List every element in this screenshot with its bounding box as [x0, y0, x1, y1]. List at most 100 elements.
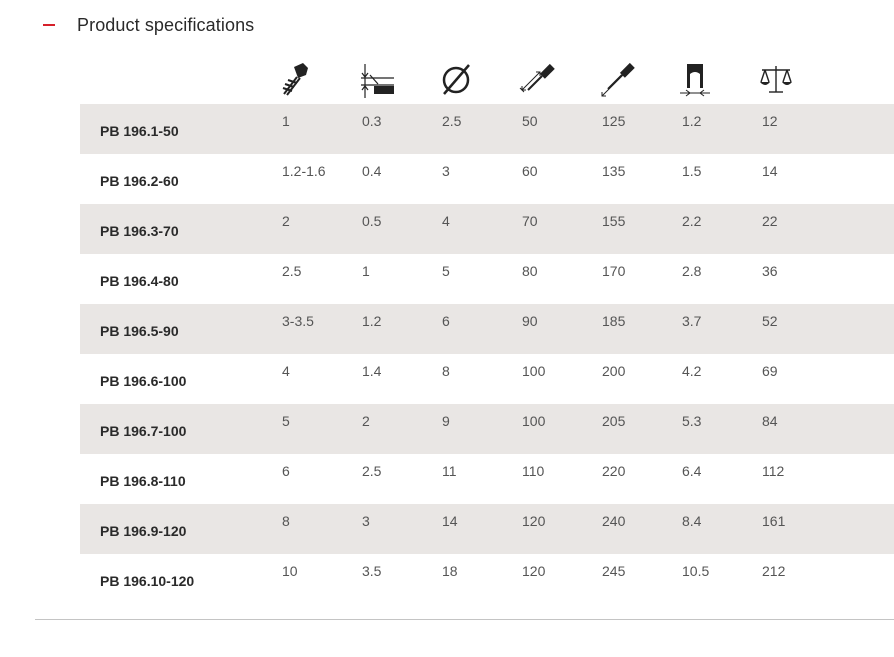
blade-width-cell: 6.4	[682, 463, 702, 479]
model-cell: PB 196.3-70	[100, 223, 179, 239]
total-length-cell: 240	[602, 513, 626, 529]
total-length-cell: 155	[602, 213, 626, 229]
weight-cell: 161	[762, 513, 786, 529]
blade-width-cell: 10.5	[682, 563, 710, 579]
section-header-toggle[interactable]: Product specifications	[43, 12, 254, 38]
diameter-cell: 8	[442, 363, 450, 379]
blade-length-cell: 70	[522, 213, 538, 229]
slot-thickness-cell: 0.3	[362, 113, 382, 129]
slot-thickness-cell: 3	[362, 513, 370, 529]
blade-length-cell: 100	[522, 413, 546, 429]
blade-length-cell: 50	[522, 113, 538, 129]
diameter-cell: 6	[442, 313, 450, 329]
model-cell: PB 196.7-100	[100, 423, 187, 439]
weight-cell: 112	[762, 463, 785, 479]
screw-cell: 5	[282, 413, 290, 429]
blade-width-cell: 1.5	[682, 163, 702, 179]
slot-thickness-cell: 1	[362, 263, 370, 279]
section-divider	[35, 619, 894, 620]
slot-thickness-cell: 3.5	[362, 563, 382, 579]
blade-width-cell: 1.2	[682, 113, 702, 129]
weight-cell: 36	[762, 263, 778, 279]
screw-cell: 4	[282, 363, 290, 379]
total-length-cell: 170	[602, 263, 626, 279]
table-row: PB 196.2-60 1.2-1.6 0.4 3 60 135 1.5 14	[80, 154, 894, 204]
diameter-cell: 9	[442, 413, 450, 429]
slot-thickness-cell: 1.4	[362, 363, 382, 379]
spec-table: PB 196.1-50 1 0.3 2.5 50 125 1.2 12 PB 196.2-60 1…	[80, 104, 894, 604]
blade-width-cell: 2.2	[682, 213, 702, 229]
total-length-cell: 125	[602, 113, 626, 129]
diameter-cell: 2.5	[442, 113, 462, 129]
blade-width-cell: 4.2	[682, 363, 702, 379]
table-row: PB 196.7-100 5 2 9 100 205 5.3 84	[80, 404, 894, 454]
model-cell: PB 196.5-90	[100, 323, 179, 339]
weight-cell: 52	[762, 313, 778, 329]
blade-length-cell: 100	[522, 363, 546, 379]
diameter-cell: 14	[442, 513, 458, 529]
minus-dash-icon	[43, 24, 55, 26]
blade-width-icon	[676, 58, 720, 102]
weight-cell: 14	[762, 163, 778, 179]
model-cell: PB 196.8-110	[100, 473, 186, 489]
weight-cell: 12	[762, 113, 778, 129]
model-cell: PB 196.2-60	[100, 173, 179, 189]
blade-length-cell: 120	[522, 563, 546, 579]
table-row: PB 196.1-50 1 0.3 2.5 50 125 1.2 12	[80, 104, 894, 154]
slot-thickness-cell: 0.5	[362, 213, 382, 229]
weight-cell: 22	[762, 213, 778, 229]
blade-width-cell: 3.7	[682, 313, 702, 329]
slot-thickness-cell: 0.4	[362, 163, 382, 179]
blade-width-cell: 2.8	[682, 263, 702, 279]
blade-thickness-icon	[356, 58, 400, 102]
blade-length-cell: 80	[522, 263, 538, 279]
weight-cell: 212	[762, 563, 786, 579]
screw-cell: 6	[282, 463, 290, 479]
slot-thickness-cell: 1.2	[362, 313, 382, 329]
table-row: PB 196.5-90 3-3.5 1.2 6 90 185 3.7 52	[80, 304, 894, 354]
table-row: PB 196.10-120 10 3.5 18 120 245 10.5 212	[80, 554, 894, 604]
blade-length-cell: 110	[522, 463, 545, 479]
screw-cell: 1	[282, 113, 290, 129]
total-length-icon	[596, 58, 640, 102]
diameter-cell: 3	[442, 163, 450, 179]
diameter-cell: 18	[442, 563, 458, 579]
diameter-icon	[436, 58, 480, 102]
blade-length-icon	[516, 58, 560, 102]
blade-width-cell: 5.3	[682, 413, 702, 429]
model-cell: PB 196.10-120	[100, 573, 195, 589]
screw-cell: 2	[282, 213, 290, 229]
table-row: PB 196.6-100 4 1.4 8 100 200 4.2 69	[80, 354, 894, 404]
scale-weight-icon	[756, 58, 800, 102]
diameter-cell: 4	[442, 213, 450, 229]
screw-cell: 8	[282, 513, 290, 529]
screw-cell: 10	[282, 563, 298, 579]
model-cell: PB 196.9-120	[100, 523, 187, 539]
screw-cell: 3-3.5	[282, 313, 314, 329]
weight-cell: 84	[762, 413, 778, 429]
total-length-cell: 185	[602, 313, 626, 329]
blade-length-cell: 120	[522, 513, 546, 529]
diameter-cell: 5	[442, 263, 450, 279]
diameter-cell: 11	[442, 463, 457, 479]
model-cell: PB 196.4-80	[100, 273, 179, 289]
weight-cell: 69	[762, 363, 778, 379]
table-row: PB 196.4-80 2.5 1 5 80 170 2.8 36	[80, 254, 894, 304]
column-icon-header	[0, 58, 894, 102]
screw-cell: 2.5	[282, 263, 302, 279]
section-title: Product specifications	[77, 14, 255, 35]
blade-length-cell: 60	[522, 163, 538, 179]
total-length-cell: 205	[602, 413, 626, 429]
total-length-cell: 135	[602, 163, 626, 179]
total-length-cell: 200	[602, 363, 626, 379]
blade-length-cell: 90	[522, 313, 538, 329]
model-cell: PB 196.1-50	[100, 123, 179, 139]
slot-thickness-cell: 2.5	[362, 463, 382, 479]
model-cell: PB 196.6-100	[100, 373, 187, 389]
table-row: PB 196.3-70 2 0.5 4 70 155 2.2 22	[80, 204, 894, 254]
screw-cell: 1.2-1.6	[282, 163, 326, 179]
blade-width-cell: 8.4	[682, 513, 702, 529]
screw-icon	[276, 58, 320, 102]
table-row: PB 196.9-120 8 3 14 120 240 8.4 161	[80, 504, 894, 554]
total-length-cell: 245	[602, 563, 626, 579]
